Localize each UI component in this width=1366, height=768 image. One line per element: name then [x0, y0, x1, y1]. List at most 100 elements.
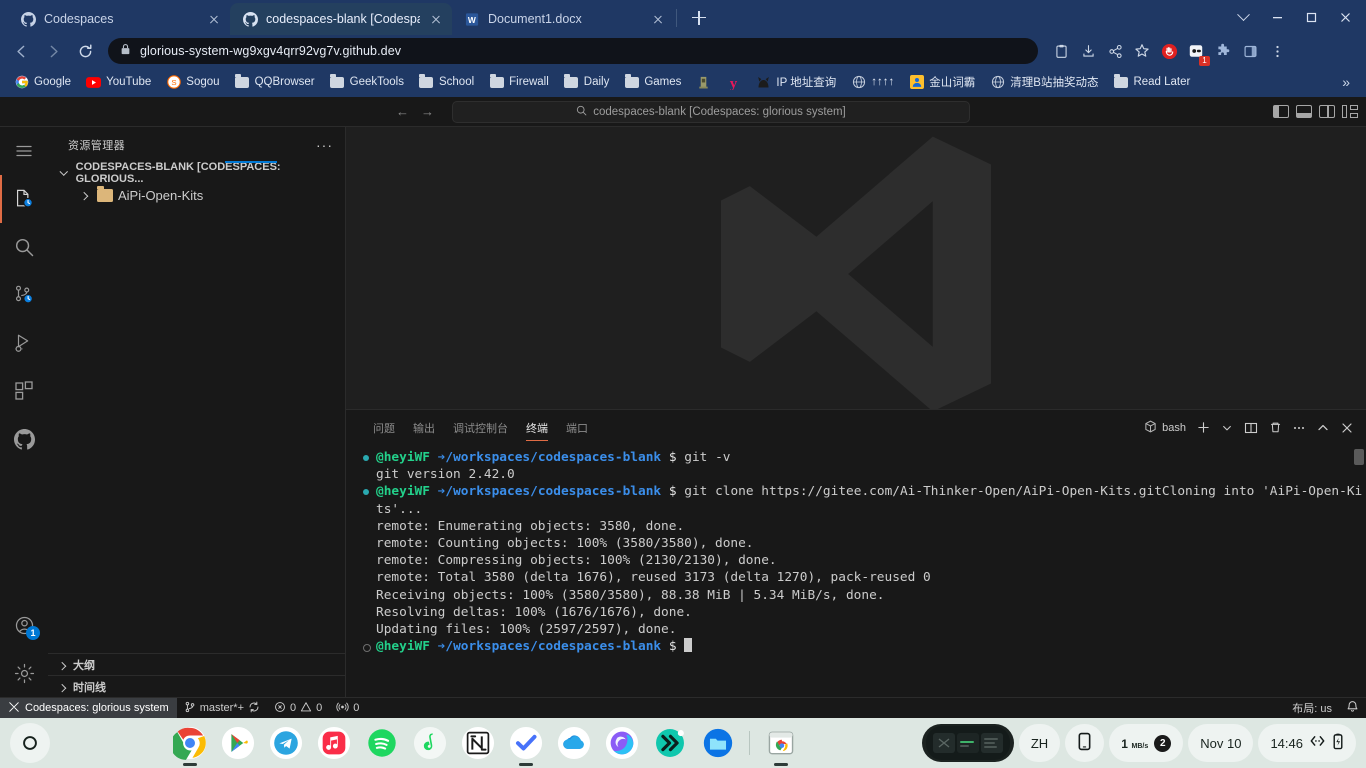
reload-button[interactable]: [70, 37, 100, 65]
bookmark-star-icon[interactable]: [1129, 38, 1155, 64]
maximize-button[interactable]: [1294, 4, 1328, 30]
puzzle-icon[interactable]: [1210, 38, 1236, 64]
sidebar-item-search[interactable]: [0, 223, 48, 271]
extension-dark-icon[interactable]: 1: [1183, 38, 1210, 66]
toggle-primary-sidebar-icon[interactable]: [1273, 105, 1289, 118]
start-button[interactable]: [10, 723, 50, 763]
more-actions-icon[interactable]: ···: [310, 137, 339, 153]
browser-tab-codespaces-blank[interactable]: codespaces-blank [Codespaces: [230, 3, 452, 35]
sidebar-item-accounts[interactable]: 1: [0, 601, 48, 649]
address-bar[interactable]: glorious-system-wg9xgv4qrr92vg7v.github.…: [108, 38, 1038, 64]
tray-phone-link[interactable]: [1065, 724, 1105, 762]
tray-task-preview[interactable]: [921, 724, 1014, 762]
taskbar-notion-icon[interactable]: [459, 724, 497, 762]
tab-problems[interactable]: 问题: [364, 410, 404, 445]
new-tab-button[interactable]: [685, 4, 713, 32]
terminal-dropdown-icon[interactable]: [1216, 417, 1238, 439]
close-icon[interactable]: [206, 11, 222, 27]
bookmark-youtube[interactable]: YouTube: [80, 72, 157, 93]
chevron-right-icon[interactable]: [54, 679, 70, 695]
tab-ports[interactable]: 端口: [557, 410, 597, 445]
close-button[interactable]: [1328, 4, 1362, 30]
tray-date[interactable]: Nov 10: [1188, 724, 1254, 762]
tab-output[interactable]: 输出: [404, 410, 444, 445]
taskbar-spotify-icon[interactable]: [363, 724, 401, 762]
sidebar-item-extensions[interactable]: [0, 367, 48, 415]
taskbar-netease-music-icon[interactable]: [411, 724, 449, 762]
sidebar-item-source-control[interactable]: [0, 271, 48, 319]
bookmark-daily[interactable]: Daily: [558, 72, 616, 93]
minimize-button[interactable]: [1260, 4, 1294, 30]
status-problems[interactable]: 0 0: [267, 698, 329, 719]
bookmark-geektools[interactable]: GeekTools: [324, 72, 410, 93]
status-remote-indicator[interactable]: Codespaces: glorious system: [0, 697, 177, 719]
bookmark-arrows[interactable]: ↑↑↑↑: [845, 72, 900, 93]
sidebar-item-run-debug[interactable]: [0, 319, 48, 367]
new-terminal-icon[interactable]: [1192, 417, 1214, 439]
chevron-right-icon[interactable]: [76, 187, 92, 203]
sidebar-item-settings[interactable]: [0, 649, 48, 697]
share-icon[interactable]: [1102, 38, 1128, 64]
sidebar-item-github[interactable]: [0, 415, 48, 463]
taskbar-ticktick-icon[interactable]: [507, 724, 545, 766]
taskbar-apple-music-icon[interactable]: [315, 724, 353, 762]
status-ports[interactable]: 0: [329, 698, 366, 719]
command-center-search[interactable]: codespaces-blank [Codespaces: glorious s…: [452, 100, 970, 123]
section-outline[interactable]: 大纲: [48, 653, 345, 675]
taskbar-onedrive-icon[interactable]: [555, 724, 593, 762]
taskbar-files-icon[interactable]: [699, 724, 737, 762]
forward-button[interactable]: [38, 37, 68, 65]
bookmark-google[interactable]: Google: [8, 72, 77, 93]
tab-terminal[interactable]: 终端: [517, 410, 557, 445]
vscode-back-button[interactable]: ←: [396, 104, 409, 119]
bookmark-ip-lookup[interactable]: IP 地址查询: [750, 71, 842, 93]
taskbar-copilot-icon[interactable]: [603, 724, 641, 762]
taskbar-chrome-window-icon[interactable]: [762, 724, 800, 766]
status-branch[interactable]: master*+: [177, 698, 267, 719]
split-terminal-icon[interactable]: [1240, 417, 1262, 439]
adblock-icon[interactable]: [1156, 38, 1182, 64]
taskbar-chrome-icon[interactable]: [171, 724, 209, 766]
bookmark-school[interactable]: School: [413, 72, 480, 93]
bookmark-games[interactable]: Games: [618, 72, 687, 93]
taskbar-double-arrow-icon[interactable]: [651, 724, 689, 762]
bookmark-y[interactable]: y: [720, 72, 747, 93]
chevron-down-icon[interactable]: [1226, 4, 1260, 30]
chevron-right-icon[interactable]: [54, 657, 70, 673]
more-actions-icon[interactable]: [1288, 417, 1310, 439]
bookmarks-overflow-button[interactable]: »: [1334, 74, 1358, 90]
bookmark-sogou[interactable]: S Sogou: [160, 72, 225, 93]
tray-network-speed[interactable]: 1 MB/s 2: [1109, 724, 1184, 762]
tab-debug-console[interactable]: 调试控制台: [444, 410, 517, 445]
tree-item-aipi-open-kits[interactable]: AiPi-Open-Kits: [48, 184, 345, 206]
close-icon[interactable]: [428, 11, 444, 27]
kill-terminal-icon[interactable]: [1264, 417, 1286, 439]
browser-tab-document1[interactable]: W Document1.docx: [452, 3, 674, 35]
clipboard-icon[interactable]: [1048, 38, 1074, 64]
chevron-down-icon[interactable]: [56, 165, 72, 181]
toggle-secondary-sidebar-icon[interactable]: [1319, 105, 1335, 118]
browser-tab-codespaces[interactable]: Codespaces: [8, 3, 230, 35]
vscode-forward-button[interactable]: →: [421, 104, 434, 119]
bookmark-kingsoft[interactable]: 金山词霸: [903, 71, 981, 93]
side-panel-icon[interactable]: [1237, 38, 1263, 64]
bookmark-qqbrowser[interactable]: QQBrowser: [229, 72, 321, 93]
sidebar-item-explorer[interactable]: [0, 175, 48, 223]
workspace-folder-header[interactable]: CODESPACES-BLANK [CODESPACES: GLORIOUS..…: [48, 161, 345, 185]
toggle-panel-icon[interactable]: [1296, 105, 1312, 118]
close-icon[interactable]: [650, 11, 666, 27]
maximize-panel-icon[interactable]: [1312, 417, 1334, 439]
close-panel-icon[interactable]: [1336, 417, 1358, 439]
bookmark-read-later[interactable]: Read Later: [1107, 72, 1196, 93]
chrome-menu-icon[interactable]: [1264, 38, 1290, 64]
menu-icon[interactable]: [0, 127, 48, 175]
section-timeline[interactable]: 时间线: [48, 675, 345, 697]
tray-clock-status[interactable]: 14:46: [1258, 724, 1356, 762]
download-icon[interactable]: [1075, 38, 1101, 64]
tray-language[interactable]: ZH: [1018, 724, 1061, 762]
taskbar-play-store-icon[interactable]: [219, 724, 257, 762]
customize-layout-icon[interactable]: [1342, 105, 1358, 118]
bookmark-monument[interactable]: [690, 72, 717, 93]
status-keyboard-layout[interactable]: 布局: us: [1285, 698, 1339, 719]
sync-icon[interactable]: [248, 701, 260, 716]
